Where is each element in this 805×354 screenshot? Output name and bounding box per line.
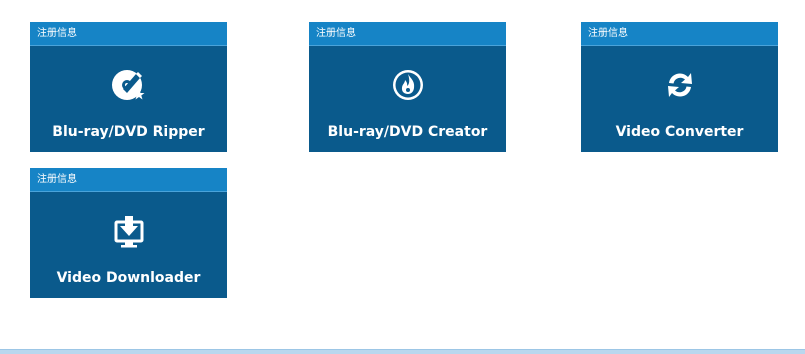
convert-arrows-icon	[660, 65, 700, 105]
tile-header-label: 注册信息	[30, 22, 227, 46]
tile-title: Video Downloader	[56, 270, 201, 286]
tile-bluray-dvd-ripper[interactable]: 注册信息 Blu-ray/DVD Ripper	[30, 22, 227, 152]
download-monitor-icon	[109, 211, 149, 251]
tile-title: Video Converter	[615, 124, 744, 140]
disc-ripper-icon	[109, 65, 149, 105]
tile-bluray-dvd-creator[interactable]: 注册信息 Blu-ray/DVD Creator	[309, 22, 506, 152]
tile-header-label: 注册信息	[581, 22, 778, 46]
disc-burn-icon	[388, 65, 428, 105]
tile-header-label: 注册信息	[30, 168, 227, 192]
tile-video-converter[interactable]: 注册信息 Video Converter	[581, 22, 778, 152]
product-tiles-page: 注册信息 Blu-ray/DVD Ripper 注册信息 Blu-ray/DVD	[0, 0, 805, 354]
bottom-status-bar	[0, 349, 805, 354]
tile-header-label: 注册信息	[309, 22, 506, 46]
tile-title: Blu-ray/DVD Creator	[327, 124, 488, 140]
tile-title: Blu-ray/DVD Ripper	[52, 124, 205, 140]
tile-video-downloader[interactable]: 注册信息 Video Downloader	[30, 168, 227, 298]
